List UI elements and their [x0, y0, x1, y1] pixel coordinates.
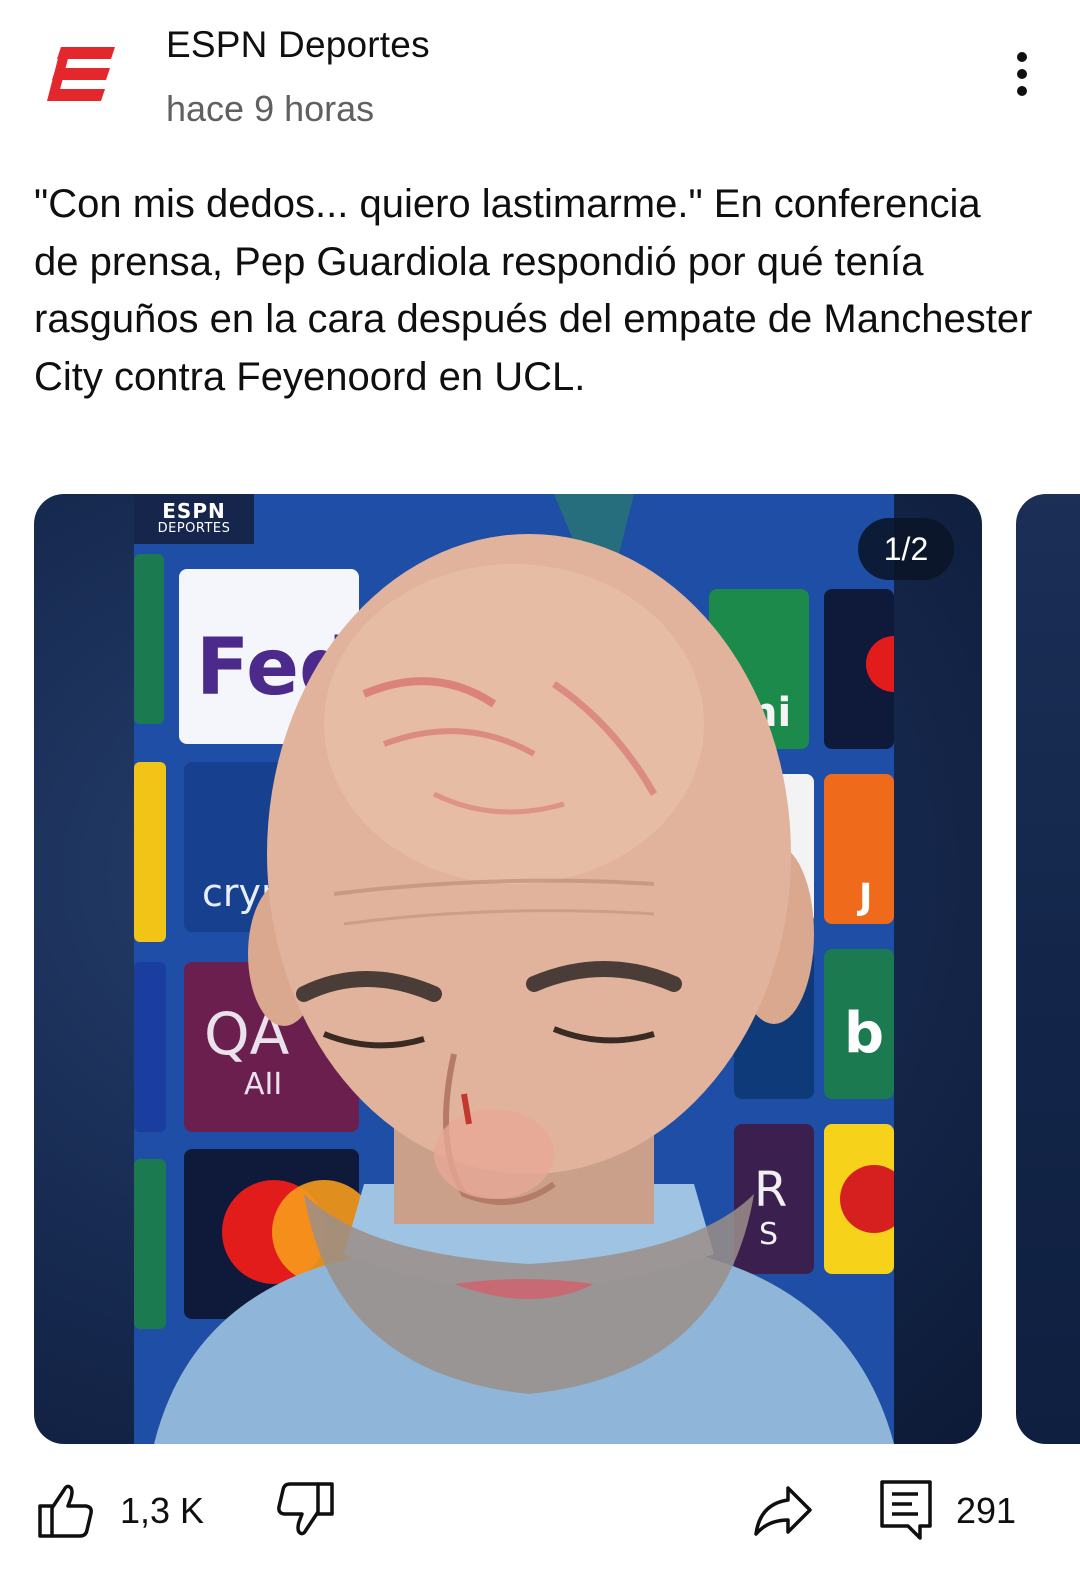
- like-count: 1,3 K: [120, 1490, 205, 1531]
- espn-e-logo-icon: [47, 47, 115, 101]
- channel-avatar[interactable]: [30, 24, 134, 128]
- post-text: "Con mis dedos... quiero lastimarme." En…: [34, 182, 1033, 399]
- share-arrow-icon: [754, 1486, 812, 1536]
- comment-count: 291: [956, 1490, 1017, 1531]
- guardiola-photo-illustration: Fed cryp QA AII ni J b R S: [134, 494, 894, 1444]
- sponsor-text-s: S: [759, 1217, 778, 1252]
- watermark-deportes-text: DEPORTES: [157, 521, 231, 536]
- thumbs-down-icon: [277, 1482, 334, 1536]
- sponsor-text-aii: AII: [244, 1067, 282, 1102]
- comment-icon: [880, 1480, 932, 1540]
- post-photo: Fed cryp QA AII ni J b R S ESPN DEPORTES: [134, 494, 894, 1444]
- post-header: ESPN Deportes hace 9 horas: [0, 0, 1080, 150]
- watermark-espn-text: ESPN: [162, 499, 226, 523]
- share-button[interactable]: [752, 1480, 816, 1540]
- like-button[interactable]: [36, 1480, 96, 1540]
- comments-button[interactable]: [878, 1478, 934, 1542]
- post-timestamp: hace 9 horas: [166, 88, 375, 129]
- image-carousel[interactable]: Fed cryp QA AII ni J b R S ESPN DEPORTES…: [0, 494, 1080, 1444]
- sponsor-text-j: J: [856, 877, 872, 918]
- post-actions-bar: 1,3 K 291: [0, 1470, 1080, 1580]
- espn-deportes-watermark: ESPN DEPORTES: [134, 494, 254, 544]
- sponsor-text-b: b: [844, 1001, 884, 1066]
- more-vertical-icon: [1017, 52, 1027, 96]
- channel-name[interactable]: ESPN Deportes: [166, 24, 430, 66]
- thumbs-up-icon: [38, 1484, 93, 1538]
- more-options-button[interactable]: [1002, 46, 1042, 102]
- carousel-slide-next[interactable]: [1016, 494, 1080, 1444]
- carousel-counter: 1/2: [858, 518, 954, 580]
- sponsor-text-r: R: [754, 1162, 787, 1218]
- carousel-slide-current[interactable]: Fed cryp QA AII ni J b R S ESPN DEPORTES…: [34, 494, 982, 1444]
- dislike-button[interactable]: [276, 1480, 336, 1540]
- community-post: ESPN Deportes hace 9 horas "Con mis dedo…: [0, 0, 1080, 1596]
